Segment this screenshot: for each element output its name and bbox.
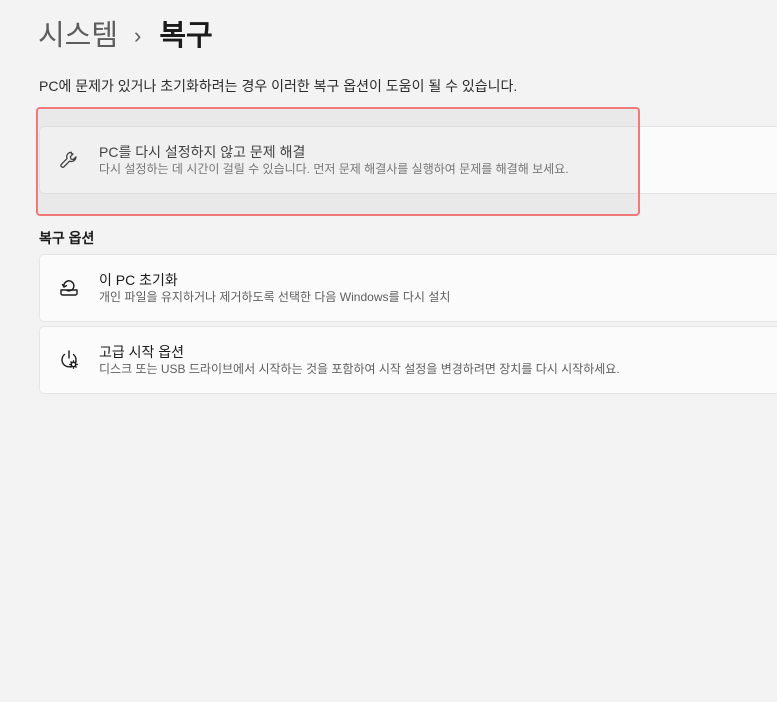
reset-pc-icon [57,276,81,300]
advanced-startup-card-subtitle: 디스크 또는 USB 드라이브에서 시작하는 것을 포함하여 시작 설정을 변경… [99,362,620,376]
reset-pc-card-texts: 이 PC 초기화 개인 파일을 유지하거나 제거하도록 선택한 다음 Windo… [99,271,450,305]
advanced-startup-icon [57,348,81,372]
reset-pc-card[interactable]: 이 PC 초기화 개인 파일을 유지하거나 제거하도록 선택한 다음 Windo… [39,254,777,322]
troubleshoot-card-title: PC를 다시 설정하지 않고 문제 해결 [99,144,306,160]
reset-pc-card-title: 이 PC 초기화 [99,272,178,288]
wrench-icon [57,148,81,172]
breadcrumb-system-link[interactable]: 시스템 [38,16,118,56]
breadcrumb: 시스템 › 복구 [38,16,213,56]
page-title: 복구 [159,20,213,52]
advanced-startup-card[interactable]: 고급 시작 옵션 디스크 또는 USB 드라이브에서 시작하는 것을 포함하여 … [39,326,777,394]
reset-pc-card-subtitle: 개인 파일을 유지하거나 제거하도록 선택한 다음 Windows를 다시 설치 [99,290,451,304]
advanced-startup-card-texts: 고급 시작 옵션 디스크 또는 USB 드라이브에서 시작하는 것을 포함하여 … [99,343,620,377]
troubleshoot-card[interactable]: PC를 다시 설정하지 않고 문제 해결 다시 설정하는 데 시간이 걸릴 수 … [39,126,777,194]
recovery-settings-page: 시스템 › 복구 PC에 문제가 있거나 초기화하려는 경우 이러한 복구 옵션… [0,0,777,702]
breadcrumb-separator-icon: › [134,23,142,48]
troubleshoot-card-subtitle: 다시 설정하는 데 시간이 걸릴 수 있습니다. 먼저 문제 해결사를 실행하여… [99,162,569,176]
recovery-options-heading: 복구 옵션 [39,230,95,246]
troubleshoot-card-texts: PC를 다시 설정하지 않고 문제 해결 다시 설정하는 데 시간이 걸릴 수 … [99,143,569,177]
page-description: PC에 문제가 있거나 초기화하려는 경우 이러한 복구 옵션이 도움이 될 수… [39,78,518,94]
advanced-startup-card-title: 고급 시작 옵션 [99,344,185,360]
